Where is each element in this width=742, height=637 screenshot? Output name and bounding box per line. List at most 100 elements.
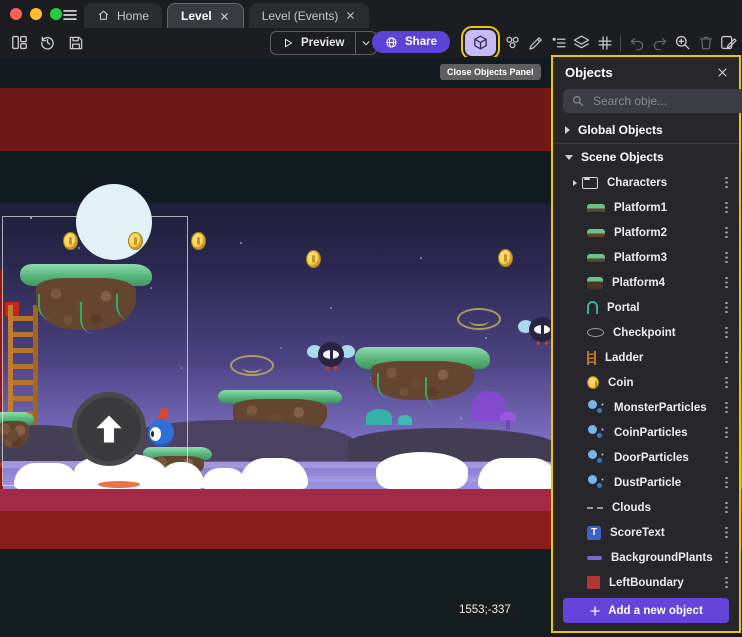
objects-panel-icon[interactable]: [465, 30, 496, 56]
jump-button-object[interactable]: [72, 392, 146, 466]
undo-icon[interactable]: [626, 31, 647, 54]
cloud-object[interactable]: [240, 458, 308, 489]
object-menu-icon[interactable]: [721, 376, 731, 390]
tab-level[interactable]: Level: [167, 3, 244, 28]
objects-panel-header: Objects: [553, 57, 739, 85]
object-list-item[interactable]: LeftBoundary: [553, 570, 739, 595]
object-menu-icon[interactable]: [721, 226, 731, 240]
object-menu-icon[interactable]: [721, 301, 731, 315]
redo-icon[interactable]: [649, 31, 670, 54]
background-plant[interactable]: [398, 415, 412, 425]
object-menu-icon[interactable]: [721, 426, 731, 440]
minimize-window-icon[interactable]: [30, 8, 42, 20]
ladder-icon: [587, 351, 596, 365]
object-menu-icon[interactable]: [721, 326, 731, 340]
preview-label: Preview: [301, 37, 344, 49]
platform-icon: [587, 229, 605, 237]
object-menu-icon[interactable]: [721, 576, 731, 590]
grid-icon[interactable]: [594, 31, 615, 54]
object-list-item[interactable]: DoorParticles: [553, 445, 739, 470]
checkpoint-object[interactable]: [230, 355, 274, 376]
object-list-item[interactable]: Portal: [553, 295, 739, 320]
edit-scene-icon[interactable]: [718, 31, 739, 54]
coin-object[interactable]: [306, 250, 321, 268]
objects-panel: Objects Global Objects: [551, 55, 741, 633]
layers-icon[interactable]: [571, 31, 592, 54]
object-list-item[interactable]: Platform3: [553, 245, 739, 270]
object-list-item[interactable]: Coin: [553, 370, 739, 395]
monster-object[interactable]: [308, 341, 354, 371]
tab-level-events[interactable]: Level (Events): [249, 3, 370, 28]
object-menu-icon[interactable]: [721, 551, 731, 565]
close-window-icon[interactable]: [10, 8, 22, 20]
object-menu-icon[interactable]: [721, 176, 731, 190]
object-name: Characters: [607, 177, 667, 189]
object-menu-icon[interactable]: [721, 276, 731, 290]
object-name: DustParticle: [614, 477, 681, 489]
menu-icon[interactable]: [60, 5, 79, 24]
object-list-item[interactable]: TScoreText: [553, 520, 739, 545]
close-tab-icon[interactable]: [219, 11, 230, 22]
plant-line-icon: [587, 556, 602, 560]
coin-icon: [587, 376, 599, 389]
object-list-item[interactable]: BackgroundPlants: [553, 545, 739, 570]
properties-icon[interactable]: [548, 31, 569, 54]
group-scene-objects[interactable]: Scene Objects: [553, 144, 739, 170]
object-list-item[interactable]: MonsterParticles: [553, 395, 739, 420]
close-tab-icon[interactable]: [345, 10, 356, 21]
trash-icon[interactable]: [695, 31, 716, 54]
panel-layout-icon[interactable]: [8, 31, 31, 54]
save-icon[interactable]: [64, 31, 87, 54]
coin-object[interactable]: [63, 232, 78, 250]
background-plant[interactable]: [366, 409, 392, 425]
object-menu-icon[interactable]: [721, 401, 731, 415]
cloud-object[interactable]: [14, 463, 78, 489]
object-name: Checkpoint: [613, 327, 676, 339]
object-list-item[interactable]: Ladder: [553, 345, 739, 370]
cloud-object[interactable]: [478, 458, 558, 489]
group-global-objects[interactable]: Global Objects: [553, 117, 739, 143]
platform-object[interactable]: [355, 347, 490, 400]
search-input[interactable]: [591, 93, 742, 109]
coin-object[interactable]: [191, 232, 206, 250]
object-name: Clouds: [612, 502, 651, 514]
object-list-item[interactable]: Platform1: [553, 195, 739, 220]
object-menu-icon[interactable]: [721, 476, 731, 490]
up-arrow-icon: [90, 410, 128, 448]
tooltip: Close Objects Panel: [440, 64, 541, 80]
divider: [620, 34, 621, 52]
object-list-item[interactable]: Characters: [553, 170, 739, 195]
cloud-object[interactable]: [376, 452, 468, 489]
object-name: DoorParticles: [614, 452, 689, 464]
object-menu-icon[interactable]: [721, 501, 731, 515]
object-list-item[interactable]: Clouds: [553, 495, 739, 520]
instances-icon[interactable]: [502, 31, 523, 54]
tab-label: Level: [181, 9, 212, 23]
object-list-item[interactable]: DustParticle: [553, 470, 739, 495]
object-list-item[interactable]: CoinParticles: [553, 420, 739, 445]
close-panel-icon[interactable]: [716, 66, 729, 79]
search-box[interactable]: [563, 89, 742, 113]
object-menu-icon[interactable]: [721, 526, 731, 540]
history-icon[interactable]: [36, 31, 59, 54]
coin-object[interactable]: [498, 249, 513, 267]
zoom-in-icon[interactable]: [672, 31, 693, 54]
background-plant[interactable]: [500, 412, 516, 421]
preview-button[interactable]: Preview: [270, 31, 377, 55]
tab-home[interactable]: Home: [84, 3, 162, 28]
object-list-item[interactable]: Platform2: [553, 220, 739, 245]
share-button[interactable]: Share: [372, 31, 450, 53]
pencil-icon[interactable]: [525, 31, 546, 54]
object-menu-icon[interactable]: [721, 451, 731, 465]
object-menu-icon[interactable]: [721, 351, 731, 365]
group-label: Scene Objects: [581, 150, 664, 164]
add-object-button[interactable]: Add a new object: [563, 598, 729, 623]
object-list-item[interactable]: Platform4: [553, 270, 739, 295]
collapsed-arrow-icon[interactable]: [573, 180, 577, 186]
object-list-item[interactable]: Checkpoint: [553, 320, 739, 345]
checkpoint-object[interactable]: [457, 308, 501, 330]
player-character[interactable]: [148, 409, 176, 457]
coin-object[interactable]: [128, 232, 143, 250]
object-menu-icon[interactable]: [721, 201, 731, 215]
object-menu-icon[interactable]: [721, 251, 731, 265]
